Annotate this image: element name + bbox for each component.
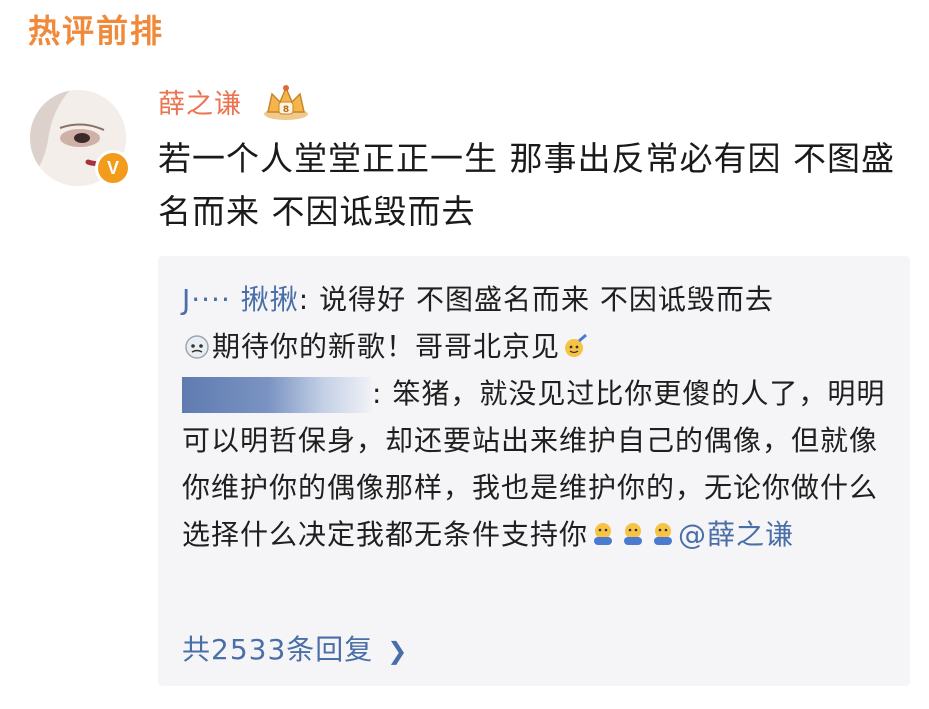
emoji-sweat-icon xyxy=(185,335,209,359)
reply-item: J···· 揪揪: 说得好 不图盛名而来 不因诋毁而去期待你的新歌！哥哥北京见 xyxy=(182,276,892,370)
svg-text:8: 8 xyxy=(283,105,289,115)
chevron-right-icon: ❯ xyxy=(387,637,409,665)
comment-text: 若一个人堂堂正正一生 那事出反常必有因 不图盛名而来 不因诋毁而去 xyxy=(158,139,895,231)
reply-item: : 笨猪，就没见过比你更傻的人了，明明可以明哲保身，却还要站出来维护自己的偶像，… xyxy=(182,370,892,558)
section-title: 热评前排 xyxy=(28,12,165,50)
emoji-hug-icon xyxy=(654,523,673,545)
reply-text: 期待你的新歌！哥哥北京见 xyxy=(212,330,561,363)
emoji-celebrate-icon xyxy=(565,333,587,357)
reply-text: 说得好 不图盛名而来 不因诋毁而去 xyxy=(319,283,774,316)
mention-link[interactable]: @薛之谦 xyxy=(678,518,794,551)
reply-separator: : xyxy=(298,283,320,316)
comment-author[interactable]: 薛之谦 xyxy=(158,82,242,121)
reply-box[interactable]: J···· 揪揪: 说得好 不图盛名而来 不因诋毁而去 期待你的新歌！哥哥北京见 … xyxy=(158,256,910,686)
emoji-hug-icon xyxy=(594,523,613,545)
emoji-hug-icon xyxy=(624,523,643,545)
crown-icon: 8 xyxy=(264,85,308,120)
verified-icon: V xyxy=(95,150,131,186)
reply-author[interactable]: J···· 揪揪 xyxy=(182,283,299,316)
reply-separator: : xyxy=(372,377,393,410)
more-replies-link[interactable]: 共2533条回复 ❯ xyxy=(182,628,408,668)
more-replies-label: 共2533条回复 xyxy=(182,633,374,666)
reply-author-redacted[interactable] xyxy=(182,377,372,413)
